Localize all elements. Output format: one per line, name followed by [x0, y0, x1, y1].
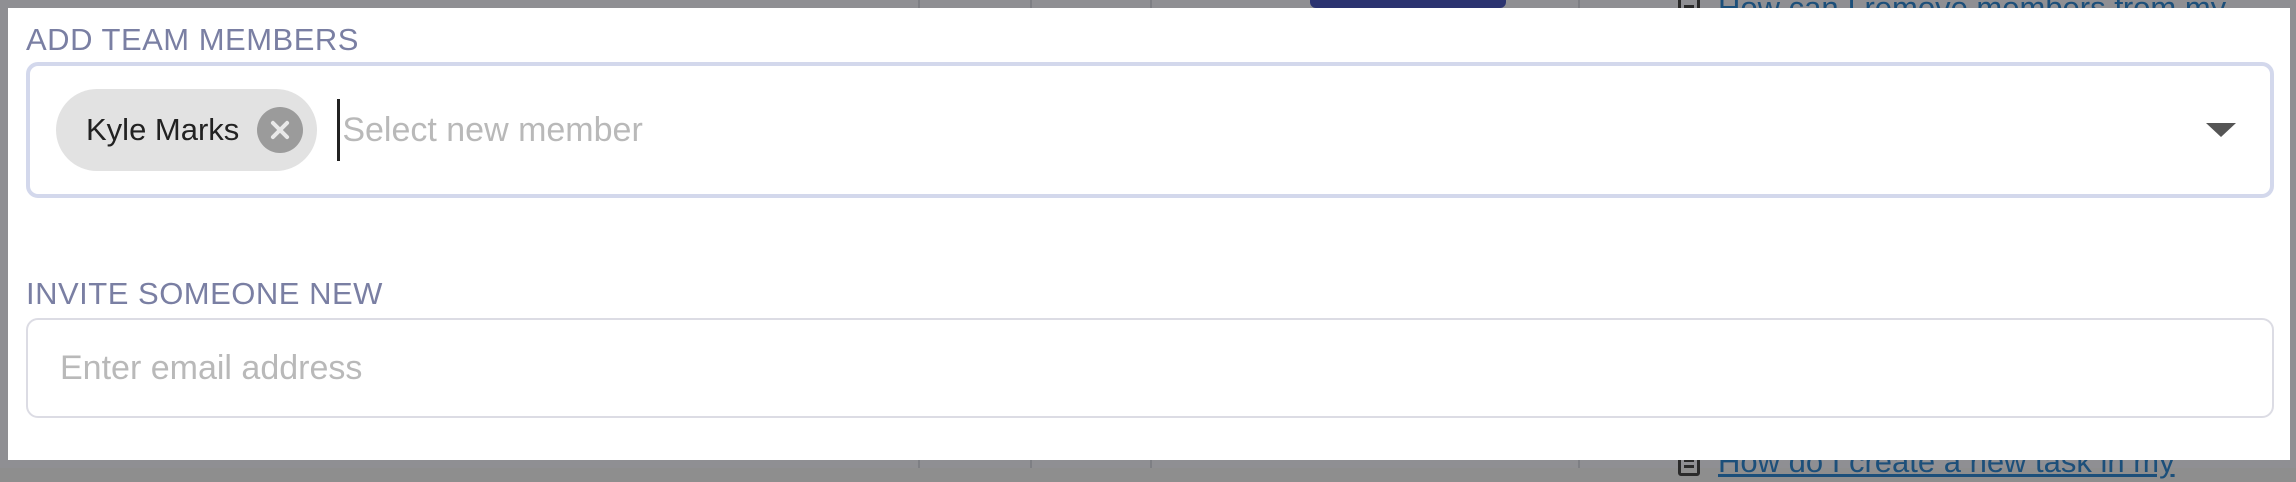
- member-chip: Kyle Marks: [56, 89, 318, 171]
- invite-email-input[interactable]: [26, 318, 2274, 418]
- invite-someone-new-label: INVITE SOMEONE NEW: [26, 276, 383, 311]
- member-search-input[interactable]: [337, 99, 2186, 161]
- member-chip-label: Kyle Marks: [86, 112, 240, 147]
- add-team-members-label: ADD TEAM MEMBERS: [26, 22, 359, 57]
- member-select[interactable]: Kyle Marks: [26, 62, 2274, 198]
- caret-down-icon[interactable]: [2206, 123, 2236, 137]
- remove-member-icon[interactable]: [257, 107, 304, 153]
- team-members-panel: ADD TEAM MEMBERS Kyle Marks INVITE SOMEO…: [8, 8, 2290, 460]
- background-button: [1310, 0, 1506, 8]
